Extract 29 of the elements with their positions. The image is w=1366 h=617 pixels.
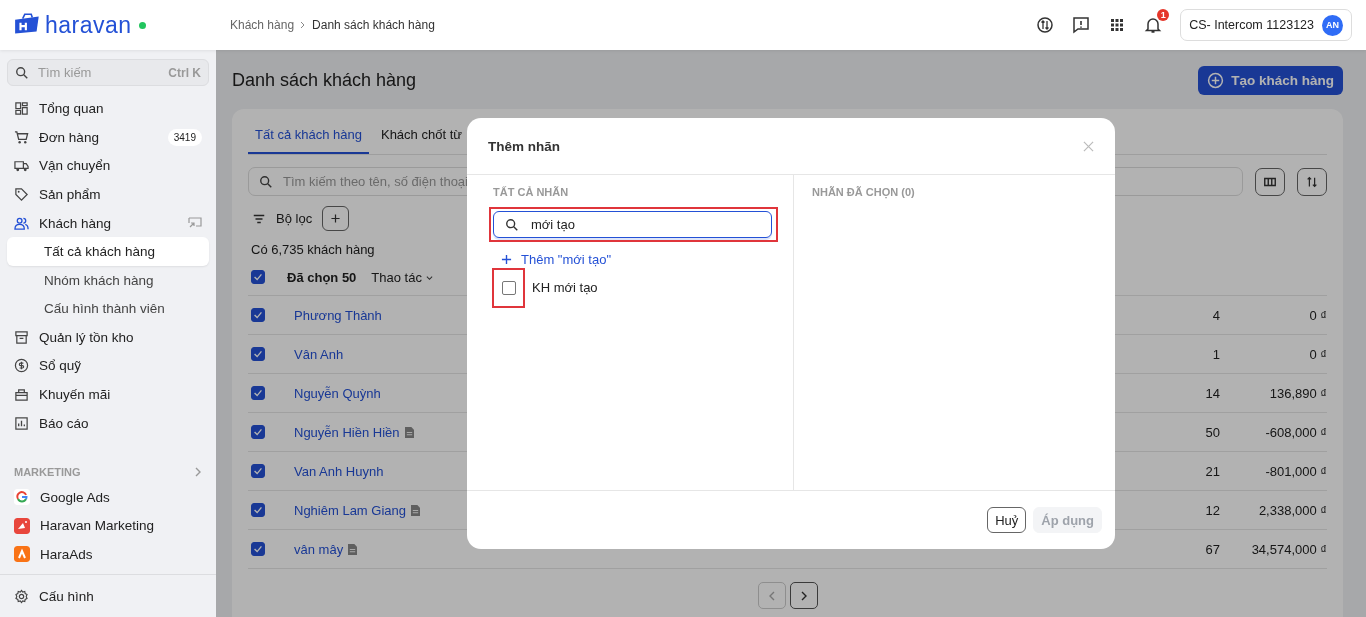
logo-text: haravan [45, 11, 132, 39]
tag-option-label: KH mới tạo [532, 280, 598, 295]
avatar: AN [1322, 14, 1343, 36]
result-count: Có 6,735 khách hàng [250, 241, 375, 259]
total-spent-cell-text: 34,574,000 ₫ [1250, 541, 1327, 557]
page-title: Danh sách khách hàng [232, 69, 417, 91]
order-count-cell-text: 21 [1204, 463, 1220, 479]
count-badge: 3419 [167, 128, 202, 146]
shortcut-hint: Ctrl K [168, 65, 201, 80]
total-spent-cell-text: -801,000 ₫ [1264, 463, 1327, 479]
column-heading: NHÃN ĐÃ CHỌN (0) [812, 186, 915, 198]
total-spent-cell-text: -608,000 ₫ [1264, 424, 1327, 440]
breadcrumb-item: Danh sách khách hàng [312, 18, 435, 32]
order-count-cell-text: 14 [1204, 385, 1220, 401]
dialog-title: Thêm nhãn [488, 138, 560, 154]
column-heading: TẤT CẢ NHÃN [493, 186, 569, 198]
order-count-cell-text: 50 [1204, 424, 1220, 440]
filter-label: Bộ lọc [276, 211, 313, 226]
selected-count: Đã chọn 50 [287, 269, 357, 285]
order-count-cell-text: 12 [1204, 502, 1220, 518]
order-count-cell-text: 4 [1211, 307, 1220, 323]
total-spent-cell-text: 0 ₫ [1308, 307, 1327, 323]
total-spent-cell-text: 136,890 ₫ [1268, 385, 1327, 401]
order-count-cell-text: 67 [1204, 541, 1220, 557]
total-spent-cell-text: 2,338,000 ₫ [1257, 502, 1327, 518]
total-spent-cell-text: 0 ₫ [1308, 346, 1327, 362]
notification-badge: 1 [1157, 9, 1170, 21]
section-heading: MARKETING [14, 465, 81, 478]
order-count-cell-text: 1 [1211, 346, 1220, 362]
